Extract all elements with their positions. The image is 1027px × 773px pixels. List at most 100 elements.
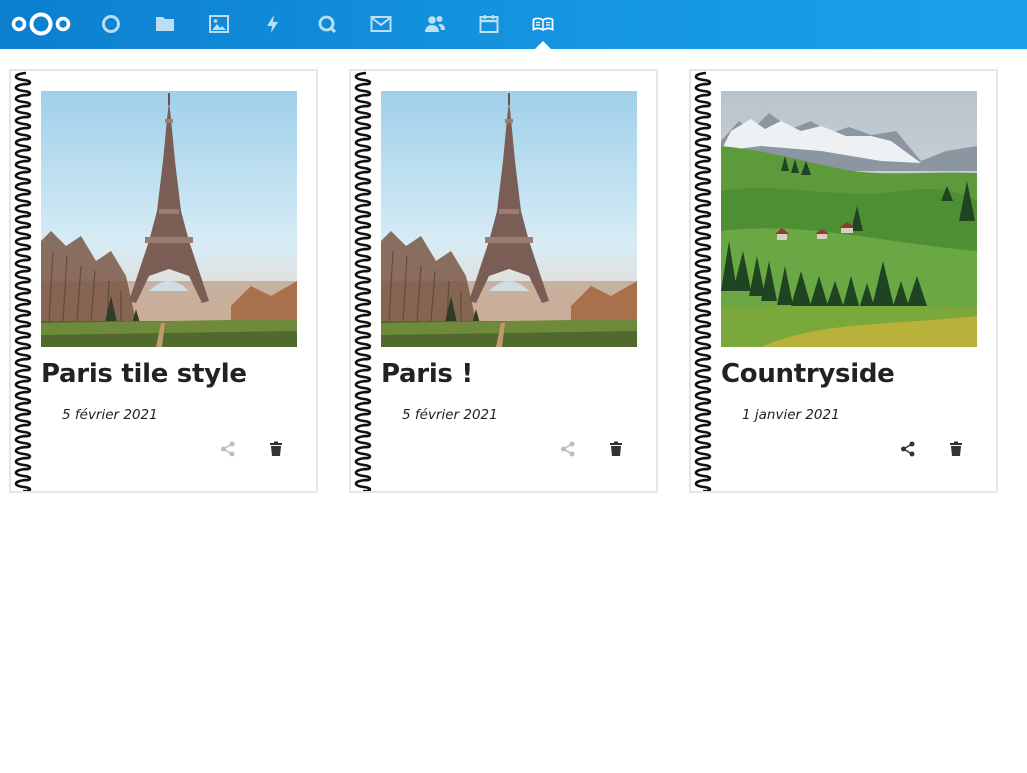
- recipe-cover-image: [381, 91, 637, 347]
- spiral-coil: [694, 346, 712, 361]
- spiral-coil: [694, 412, 712, 427]
- spiral-coil: [14, 126, 32, 141]
- spiral-coil: [354, 401, 372, 416]
- share-icon[interactable]: [219, 440, 237, 458]
- spiral-coil: [354, 148, 372, 163]
- spiral-coil: [694, 104, 712, 119]
- recipe-title: Paris tile style: [41, 359, 247, 389]
- spiral-coil: [354, 324, 372, 339]
- spiral-coil: [14, 247, 32, 262]
- spiral-coil: [694, 236, 712, 251]
- spiral-coil: [354, 434, 372, 449]
- spiral-coil: [694, 115, 712, 130]
- spiral-coil: [14, 313, 32, 328]
- spiral-coil: [694, 148, 712, 163]
- spiral-coil: [14, 159, 32, 174]
- spiral-coil: [694, 324, 712, 339]
- spiral-coil: [14, 379, 32, 394]
- spiral-coil: [354, 456, 372, 471]
- spiral-coil: [354, 478, 372, 491]
- spiral-coil: [354, 357, 372, 372]
- spiral-coil: [14, 225, 32, 240]
- spiral-coil: [354, 379, 372, 394]
- spiral-coil: [14, 368, 32, 383]
- share-icon[interactable]: [899, 440, 917, 458]
- spiral-coil: [354, 269, 372, 284]
- spiral-coil: [14, 82, 32, 97]
- dashboard-icon[interactable]: [99, 12, 123, 36]
- trash-icon[interactable]: [607, 440, 625, 458]
- spiral-coil: [354, 225, 372, 240]
- spiral-coil: [694, 357, 712, 372]
- spiral-coil: [354, 423, 372, 438]
- spiral-coil: [694, 170, 712, 185]
- lightning-icon[interactable]: [261, 12, 285, 36]
- spiral-coil: [694, 423, 712, 438]
- spiral-coil: [354, 203, 372, 218]
- recipe-cover-image: [41, 91, 297, 347]
- trash-icon[interactable]: [947, 440, 965, 458]
- spiral-coil: [14, 445, 32, 460]
- nextcloud-logo-icon[interactable]: [10, 10, 72, 38]
- spiral-coil: [694, 269, 712, 284]
- spiral-coil: [694, 291, 712, 306]
- spiral-coil: [354, 126, 372, 141]
- spiral-coil: [14, 214, 32, 229]
- spiral-binding: [14, 71, 32, 491]
- spiral-coil: [354, 137, 372, 152]
- spiral-coil: [354, 280, 372, 295]
- spiral-coil: [694, 93, 712, 108]
- trash-icon[interactable]: [267, 440, 285, 458]
- spiral-coil: [694, 82, 712, 97]
- spiral-binding: [354, 71, 372, 491]
- spiral-coil: [694, 434, 712, 449]
- recipe-date: 1 janvier 2021: [742, 407, 840, 423]
- spiral-coil: [354, 159, 372, 174]
- recipe-card[interactable]: Countryside 1 janvier 2021: [689, 69, 998, 493]
- spiral-coil: [354, 214, 372, 229]
- recipe-title: Countryside: [721, 359, 895, 389]
- contacts-icon[interactable]: [423, 12, 447, 36]
- spiral-binding: [694, 71, 712, 491]
- spiral-coil: [14, 478, 32, 491]
- spiral-coil: [354, 346, 372, 361]
- book-icon[interactable]: [531, 12, 555, 36]
- spiral-coil: [14, 203, 32, 218]
- recipe-card[interactable]: Paris tile style 5 février 2021: [9, 69, 318, 493]
- search-icon[interactable]: [315, 12, 339, 36]
- spiral-coil: [354, 247, 372, 262]
- spiral-coil: [694, 159, 712, 174]
- spiral-coil: [694, 203, 712, 218]
- recipe-card[interactable]: Paris ! 5 février 2021: [349, 69, 658, 493]
- spiral-coil: [14, 104, 32, 119]
- spiral-coil: [694, 368, 712, 383]
- spiral-coil: [694, 390, 712, 405]
- spiral-coil: [14, 236, 32, 251]
- share-icon[interactable]: [559, 440, 577, 458]
- spiral-coil: [14, 346, 32, 361]
- spiral-coil: [694, 258, 712, 273]
- spiral-coil: [354, 170, 372, 185]
- spiral-coil: [14, 423, 32, 438]
- spiral-coil: [14, 357, 32, 372]
- spiral-coil: [354, 412, 372, 427]
- spiral-coil: [14, 71, 32, 86]
- spiral-coil: [14, 280, 32, 295]
- spiral-coil: [14, 401, 32, 416]
- spiral-coil: [694, 401, 712, 416]
- calendar-icon[interactable]: [477, 12, 501, 36]
- spiral-coil: [14, 412, 32, 427]
- spiral-coil: [694, 247, 712, 262]
- mail-icon[interactable]: [369, 12, 393, 36]
- folder-icon[interactable]: [153, 12, 177, 36]
- image-icon[interactable]: [207, 12, 231, 36]
- spiral-coil: [354, 302, 372, 317]
- top-header: [0, 0, 1027, 49]
- spiral-coil: [14, 390, 32, 405]
- spiral-coil: [354, 104, 372, 119]
- active-nav-indicator: [535, 41, 551, 49]
- spiral-coil: [14, 291, 32, 306]
- spiral-coil: [694, 225, 712, 240]
- recipe-date: 5 février 2021: [402, 407, 498, 423]
- spiral-coil: [694, 71, 712, 86]
